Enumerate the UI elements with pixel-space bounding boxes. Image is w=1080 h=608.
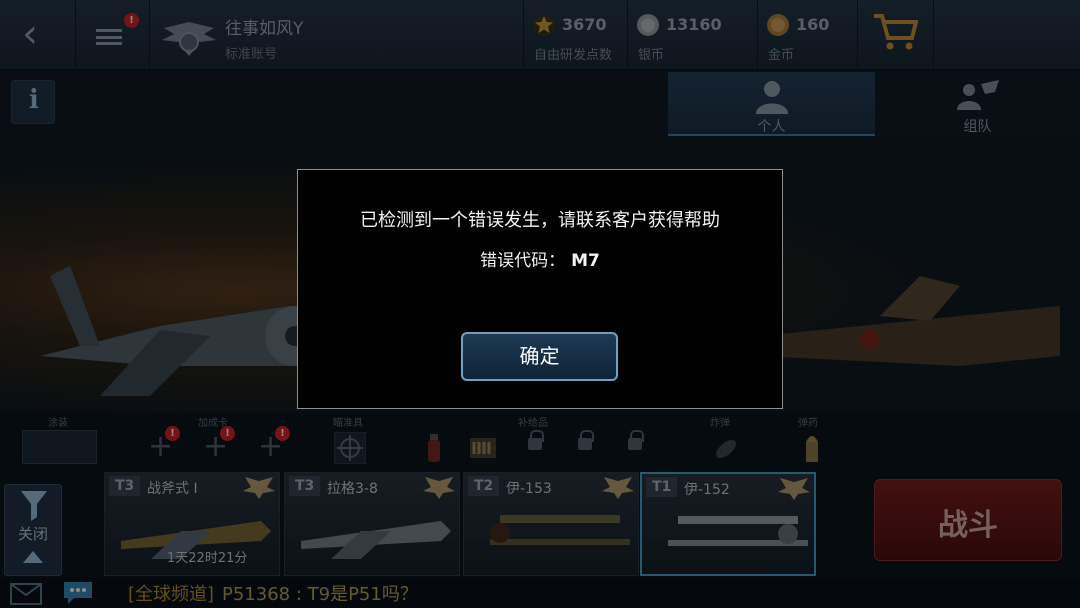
error-dialog: 已检测到一个错误发生，请联系客户获得帮助 错误代码： M7 确定 xyxy=(297,169,783,409)
error-code-row: 错误代码： M7 xyxy=(298,246,782,271)
error-code-label: 错误代码： xyxy=(480,251,566,271)
error-message: 已检测到一个错误发生，请联系客户获得帮助 xyxy=(360,210,720,231)
confirm-button[interactable]: 确定 xyxy=(461,332,618,381)
error-code: M7 xyxy=(571,251,600,271)
